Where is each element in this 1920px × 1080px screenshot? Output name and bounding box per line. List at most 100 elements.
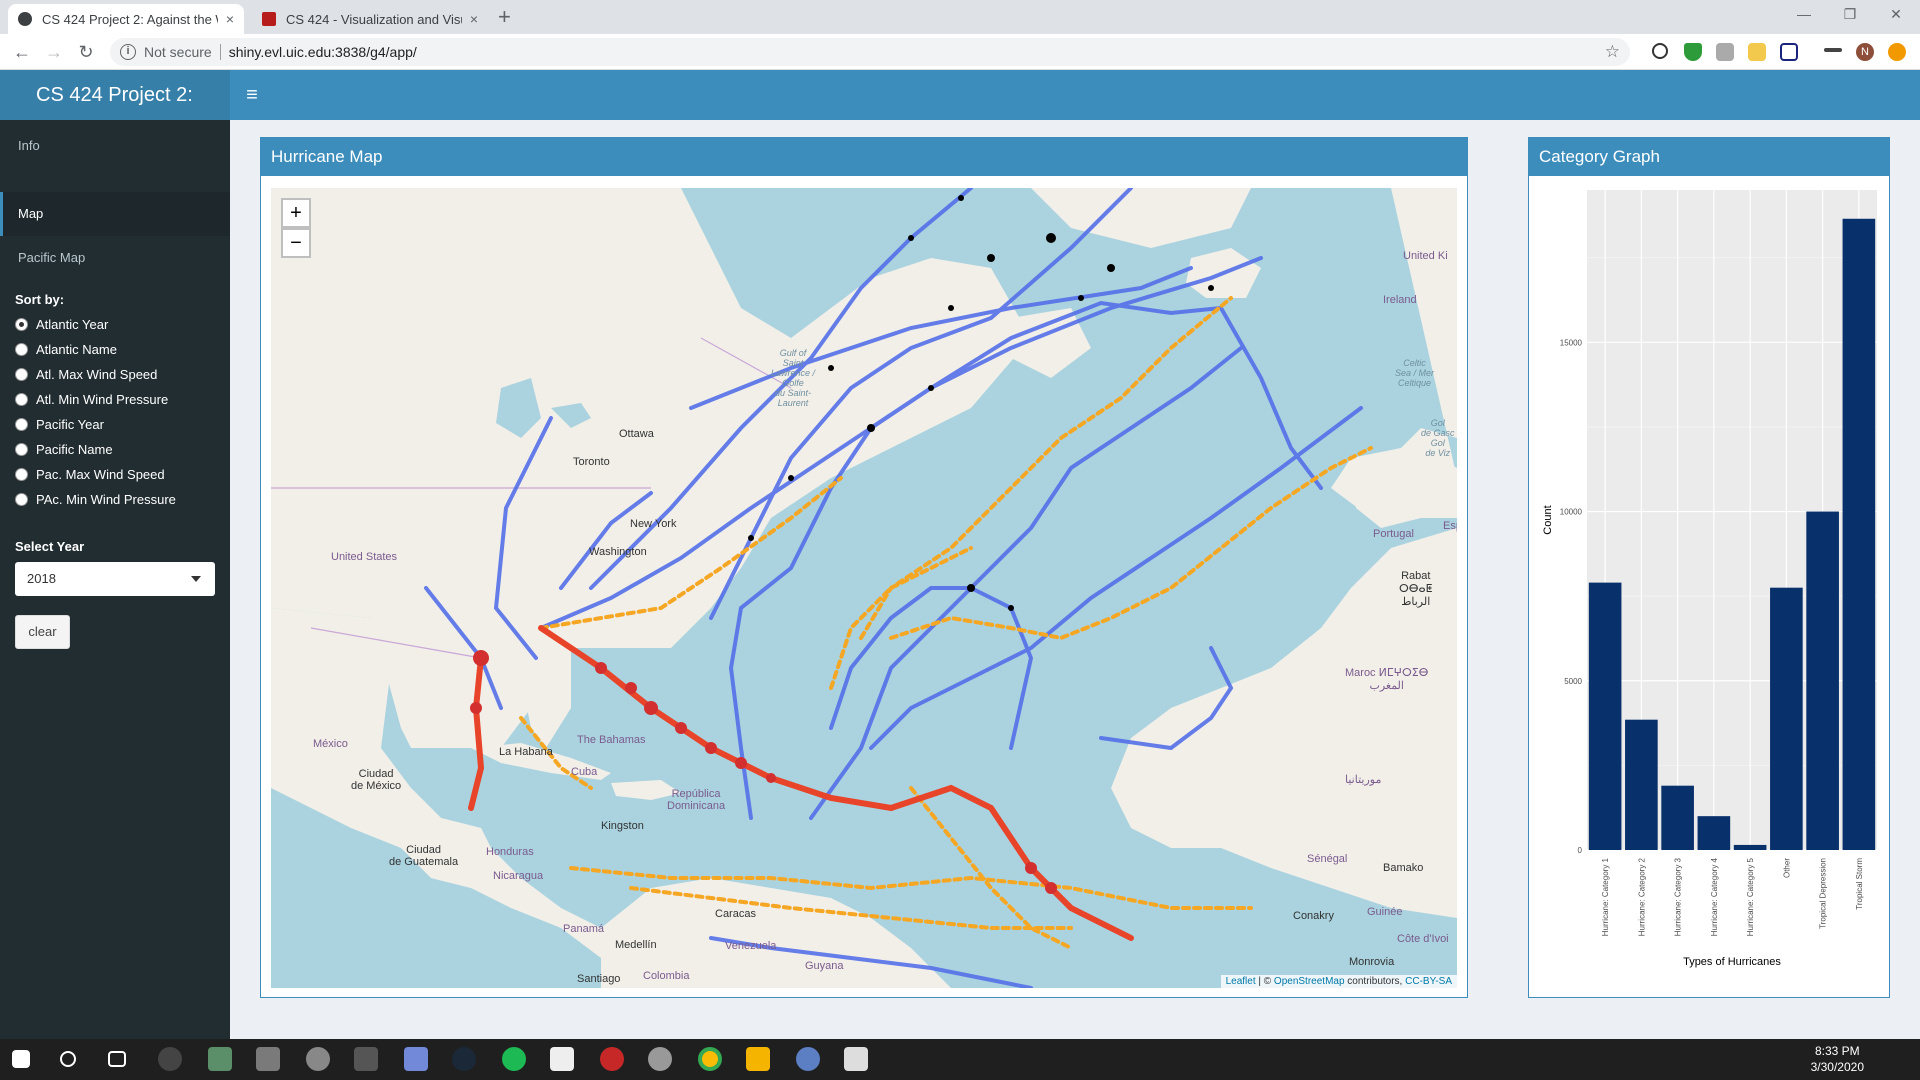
task-view-icon[interactable] xyxy=(108,1051,126,1067)
radio-pacific-year[interactable]: Pacific Year xyxy=(15,414,104,434)
map-label: Guyana xyxy=(805,960,844,972)
block-extension-icon[interactable] xyxy=(1652,43,1668,59)
browser-tab-strip: CS 424 Project 2: Against the Wi × CS 42… xyxy=(0,0,1920,34)
notes-extension-icon[interactable] xyxy=(1748,43,1766,61)
sidebar-item-pacific-map[interactable]: Pacific Map xyxy=(0,236,230,280)
tab-course[interactable]: CS 424 - Visualization and Visual × xyxy=(252,4,488,34)
chrome-icon[interactable] xyxy=(698,1047,722,1071)
close-tab-icon[interactable]: × xyxy=(226,11,234,27)
radio-icon[interactable] xyxy=(15,367,28,381)
map-label: United States xyxy=(331,551,398,563)
app-icon[interactable] xyxy=(306,1047,330,1071)
radio-icon[interactable] xyxy=(15,417,28,431)
map-label: Cuba xyxy=(571,766,598,778)
sidebar-item-map[interactable]: Map xyxy=(0,192,230,236)
app-icon[interactable] xyxy=(208,1047,232,1071)
tab-project[interactable]: CS 424 Project 2: Against the Wi × xyxy=(8,4,244,34)
forward-icon[interactable]: → xyxy=(42,40,66,64)
radio-atlantic-year[interactable]: Atlantic Year xyxy=(15,314,108,334)
back-icon[interactable]: ← xyxy=(10,40,34,64)
box-title: Category Graph xyxy=(1529,138,1889,176)
new-tab-button[interactable]: + xyxy=(498,4,511,30)
map-label: Ottawa xyxy=(619,428,654,440)
search-icon[interactable] xyxy=(60,1051,76,1067)
radio-pac-max-wind[interactable]: Pac. Max Wind Speed xyxy=(15,464,165,484)
radio-selected-icon[interactable] xyxy=(15,317,28,331)
bar xyxy=(1661,785,1694,850)
zoom-out-button[interactable]: − xyxy=(281,228,311,258)
steam-icon[interactable] xyxy=(452,1047,476,1071)
system-clock[interactable]: 8:33 PM 3/30/2020 xyxy=(1811,1043,1864,1075)
calculator-icon[interactable] xyxy=(354,1047,378,1071)
shield-extension-icon[interactable] xyxy=(1684,43,1702,61)
bar xyxy=(1733,844,1767,850)
map-label: Rabat ⵔⴱⴰⵟ الرباط xyxy=(1399,570,1433,608)
leaflet-link[interactable]: Leaflet xyxy=(1226,976,1256,987)
clear-button[interactable]: clear xyxy=(15,615,70,649)
app-header: CS 424 Project 2: ≡ xyxy=(0,70,1920,120)
license-link[interactable]: CC-BY-SA xyxy=(1405,976,1452,987)
r-studio-icon[interactable] xyxy=(796,1047,820,1071)
reload-icon[interactable]: ↻ xyxy=(74,40,98,64)
update-icon[interactable] xyxy=(1888,43,1906,61)
map-label: Esp xyxy=(1443,520,1457,532)
n-extension-icon[interactable] xyxy=(1780,43,1798,61)
url-text[interactable]: shiny.evl.uic.edu:3838/g4/app/ xyxy=(229,44,417,60)
minimize-icon[interactable]: — xyxy=(1784,4,1824,24)
radio-pacific-name[interactable]: Pacific Name xyxy=(15,439,113,459)
spotify-icon[interactable] xyxy=(502,1047,526,1071)
sidebar-toggle-icon[interactable]: ≡ xyxy=(240,83,264,107)
file-explorer-icon[interactable] xyxy=(746,1047,770,1071)
shiny-favicon-icon xyxy=(18,12,32,26)
map-label: The Bahamas xyxy=(577,734,646,746)
app-title: CS 424 Project 2: xyxy=(0,70,230,120)
app-icon[interactable] xyxy=(550,1047,574,1071)
radio-icon[interactable] xyxy=(15,442,28,456)
x-tick-label: Hurricane: Category 5 xyxy=(1746,857,1755,936)
extension-icon[interactable] xyxy=(1716,43,1734,61)
bookmark-star-icon[interactable]: ☆ xyxy=(1605,42,1620,62)
zoom-in-button[interactable]: + xyxy=(281,198,311,228)
leaflet-map[interactable]: + − Ottawa Toronto New York Washington U… xyxy=(271,188,1457,988)
category-bar-chart: 0 5000 10000 15000 Hurricane: Category 1 Hurr… xyxy=(1542,190,1877,968)
radio-icon[interactable] xyxy=(15,492,28,506)
sidebar-item-info[interactable]: Info xyxy=(0,124,230,168)
map-label: Conakry xyxy=(1293,910,1334,922)
windows-start-icon[interactable] xyxy=(12,1050,30,1068)
map-tiles xyxy=(271,188,1457,988)
site-info-icon[interactable]: i xyxy=(120,44,136,60)
radio-pac-min-pressure[interactable]: PAc. Min Wind Pressure xyxy=(15,489,176,509)
radio-atl-max-wind[interactable]: Atl. Max Wind Speed xyxy=(15,364,157,384)
radio-icon[interactable] xyxy=(15,467,28,481)
radio-icon[interactable] xyxy=(15,392,28,406)
year-select[interactable]: 2018 xyxy=(15,562,215,596)
map-label: United Ki xyxy=(1403,250,1448,262)
radio-icon[interactable] xyxy=(15,342,28,356)
map-label: Colombia xyxy=(643,970,690,982)
radio-label: Atlantic Year xyxy=(36,316,109,332)
obs-icon[interactable] xyxy=(158,1047,182,1071)
map-label: Sénégal xyxy=(1307,853,1348,865)
address-bar[interactable]: i Not secure shiny.evl.uic.edu:3838/g4/a… xyxy=(110,38,1630,66)
security-status: Not secure xyxy=(144,44,212,60)
attribution-text: contributors, xyxy=(1344,976,1406,987)
close-window-icon[interactable]: ✕ xyxy=(1876,4,1916,24)
radio-atlantic-name[interactable]: Atlantic Name xyxy=(15,339,117,359)
osm-link[interactable]: OpenStreetMap xyxy=(1274,976,1345,987)
settings-gear-icon[interactable] xyxy=(648,1047,672,1071)
x-tick-label: Other xyxy=(1782,858,1791,878)
category-chart: 0 5000 10000 15000 Hurricane: Category 1 Hurr… xyxy=(1529,178,1889,998)
app-icon[interactable] xyxy=(256,1047,280,1071)
reading-list-icon[interactable] xyxy=(1824,48,1842,52)
hurricane-map-box: Hurricane Map + − Ottawa Toronto New Yor… xyxy=(260,137,1468,998)
power-app-icon[interactable] xyxy=(600,1047,624,1071)
restore-icon[interactable]: ❐ xyxy=(1830,4,1870,24)
close-tab-icon[interactable]: × xyxy=(470,11,478,27)
chevron-down-icon[interactable] xyxy=(191,576,201,582)
radio-atl-min-pressure[interactable]: Atl. Min Wind Pressure xyxy=(15,389,168,409)
profile-avatar[interactable]: N xyxy=(1856,43,1874,61)
discord-icon[interactable] xyxy=(404,1047,428,1071)
x-tick-label: Tropical Storm xyxy=(1855,858,1864,910)
photos-icon[interactable] xyxy=(844,1047,868,1071)
windows-taskbar: 8:33 PM 3/30/2020 xyxy=(0,1039,1920,1080)
